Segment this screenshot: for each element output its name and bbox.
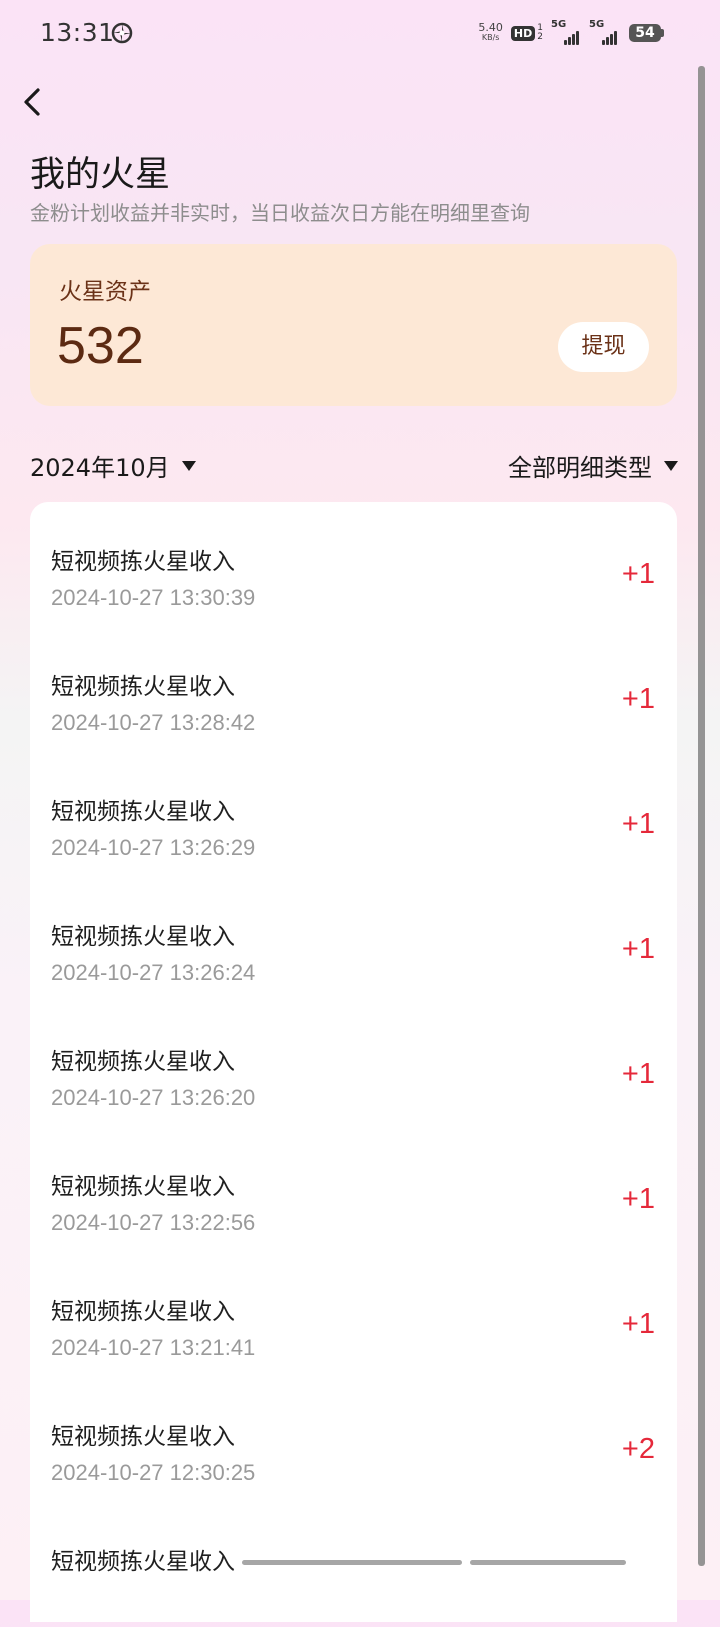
type-filter[interactable]: 全部明细类型 [508, 448, 678, 483]
hd-icon: HD 1 2 [510, 24, 543, 42]
list-item[interactable]: 短视频拣火星收入 2024-10-27 13:21:41 +1 [30, 1252, 677, 1377]
record-amount: +1 [621, 1058, 655, 1090]
record-time: 2024-10-27 13:26:20 [51, 1085, 256, 1110]
hd-label: HD [510, 25, 536, 41]
record-time: 2024-10-27 13:26:24 [51, 960, 256, 985]
home-indicator [470, 1560, 626, 1565]
status-bar: 13:31 5.40 KB/s HD 1 2 5G 5G 54 [0, 0, 720, 64]
chevron-left-icon [24, 88, 40, 116]
record-amount: +1 [621, 933, 655, 965]
list-item[interactable]: 短视频拣火星收入 2024-10-27 13:30:39 +1 [30, 502, 677, 627]
record-time: 2024-10-27 13:22:56 [51, 1210, 256, 1235]
record-title: 短视频拣火星收入 [51, 674, 235, 700]
record-time: 2024-10-27 13:30:39 [51, 585, 256, 610]
page-title: 我的火星 [30, 155, 171, 195]
list-item[interactable]: 短视频拣火星收入 2024-10-27 13:26:29 +1 [30, 752, 677, 877]
record-amount: +1 [621, 683, 655, 715]
home-indicator [242, 1560, 462, 1565]
signal-bars-icon: 5G [551, 19, 581, 45]
record-title: 短视频拣火星收入 [51, 799, 235, 825]
back-button[interactable] [14, 82, 54, 122]
net-speed-value: 5.40 [478, 21, 503, 34]
list-item[interactable]: 短视频拣火星收入 2024-10-27 13:26:24 +1 [30, 877, 677, 1002]
record-time: 2024-10-27 12:30:25 [51, 1460, 256, 1485]
signal1-label: 5G [551, 19, 567, 30]
battery-icon: 54 [629, 24, 664, 42]
asset-value: 532 [57, 317, 144, 375]
record-title: 短视频拣火星收入 [51, 1174, 235, 1200]
record-title: 短视频拣火星收入 [51, 1424, 235, 1450]
type-filter-label: 全部明细类型 [508, 454, 652, 482]
hd-sub-bottom: 2 [537, 32, 543, 42]
record-amount: +1 [621, 808, 655, 840]
triangle-down-icon [181, 460, 196, 471]
month-filter-label: 2024年10月 [30, 454, 170, 482]
record-title: 短视频拣火星收入 [51, 1299, 235, 1325]
signal-bars-icon: 5G [589, 19, 621, 45]
list-item[interactable]: 短视频拣火星收入 2024-10-27 13:28:42 +1 [30, 627, 677, 752]
scrollbar[interactable] [698, 66, 705, 1566]
triangle-down-icon [664, 460, 678, 471]
record-list: 短视频拣火星收入 2024-10-27 13:30:39 +1 短视频拣火星收入… [30, 502, 677, 1622]
month-filter[interactable]: 2024年10月 [30, 448, 196, 483]
record-amount: +1 [621, 1183, 655, 1215]
asset-card: 火星资产 532 提现 [30, 244, 677, 406]
withdraw-button[interactable]: 提现 [558, 322, 649, 372]
net-speed-unit: KB/s [481, 33, 500, 42]
record-title: 短视频拣火星收入 [51, 1549, 235, 1575]
record-amount: +2 [621, 1433, 655, 1465]
record-amount: +1 [621, 1308, 655, 1340]
record-time: 2024-10-27 13:21:41 [51, 1335, 256, 1360]
status-icons: 5.40 KB/s HD 1 2 5G 5G 54 [478, 19, 664, 46]
pinwheel-icon [111, 22, 133, 44]
list-item[interactable]: 短视频拣火星收入 2024-10-27 13:26:20 +1 [30, 1002, 677, 1127]
record-title: 短视频拣火星收入 [51, 549, 235, 575]
signal2-label: 5G [589, 19, 605, 30]
page-subtitle: 金粉计划收益并非实时，当日收益次日方能在明细里查询 [30, 201, 530, 225]
record-title: 短视频拣火星收入 [51, 1049, 235, 1075]
hd-sim-slots: 1 2 [537, 24, 543, 42]
record-time: 2024-10-27 13:26:29 [51, 835, 256, 860]
record-time: 2024-10-27 13:28:42 [51, 710, 256, 735]
net-speed: 5.40 KB/s [478, 21, 503, 43]
status-time: 13:31 [40, 18, 115, 47]
list-item[interactable]: 短视频拣火星收入 2024-10-27 12:30:25 +2 [30, 1377, 677, 1502]
battery-level: 54 [629, 24, 661, 42]
list-item[interactable]: 短视频拣火星收入 2024-10-27 13:22:56 +1 [30, 1127, 677, 1252]
record-title: 短视频拣火星收入 [51, 924, 235, 950]
asset-label: 火星资产 [59, 279, 151, 305]
record-amount: +1 [621, 558, 655, 590]
